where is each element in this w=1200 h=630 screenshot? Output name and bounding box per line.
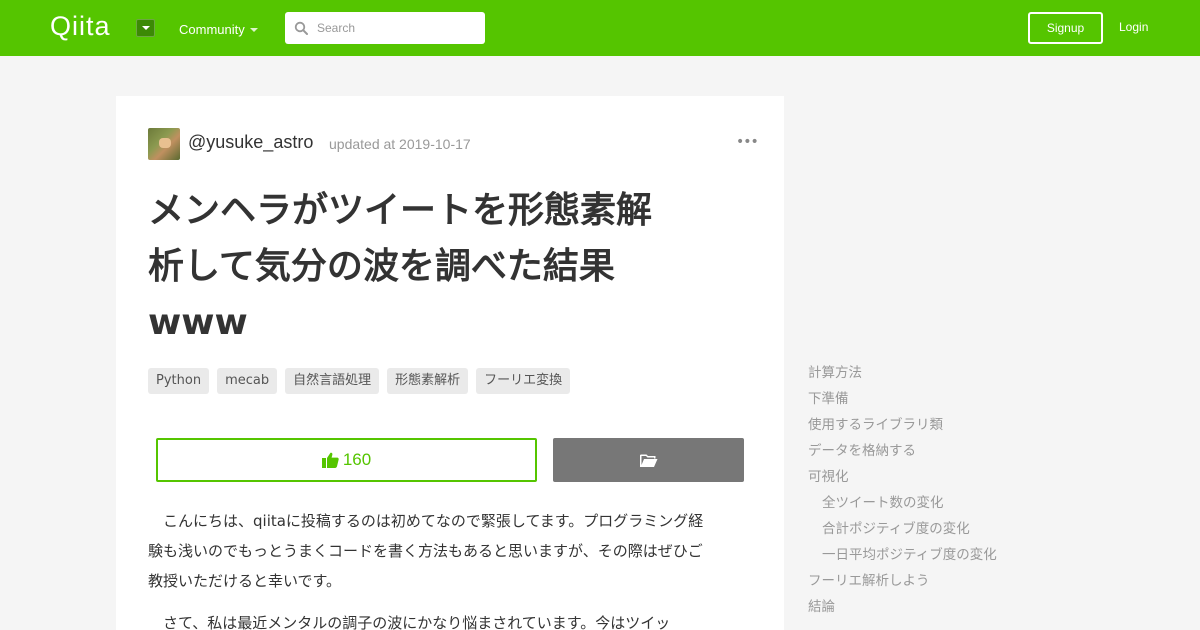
global-header: Qiita Community Signup Login (0, 0, 1200, 56)
author-avatar[interactable] (148, 128, 180, 160)
search-input[interactable] (317, 19, 477, 37)
more-options-icon[interactable]: ••• (736, 134, 759, 150)
toc-item[interactable]: 結論 (808, 596, 1108, 622)
title-line: www (148, 302, 248, 343)
thumbs-up-icon (321, 452, 339, 468)
article-card: @yusuke_astro updated at 2019-10-17 ••• … (116, 96, 784, 630)
folder-open-icon (639, 454, 657, 467)
chevron-down-icon[interactable] (250, 28, 258, 32)
search-icon (294, 21, 308, 35)
updated-date: updated at 2019-10-17 (329, 136, 471, 152)
tag-morphological-analysis[interactable]: 形態素解析 (387, 368, 469, 394)
like-button[interactable]: 160 (156, 438, 537, 482)
like-count: 160 (342, 450, 372, 469)
author-name[interactable]: @yusuke_astro (188, 132, 313, 153)
search-box[interactable] (285, 12, 485, 44)
tag-fourier-transform[interactable]: フーリエ変換 (476, 368, 571, 394)
toc-item[interactable]: データを格納する (808, 440, 1108, 466)
qiita-logo[interactable]: Qiita (50, 11, 111, 42)
tag-list: Python mecab 自然言語処理 形態素解析 フーリエ変換 (148, 368, 571, 394)
toc-item[interactable]: 可視化 (808, 466, 1108, 492)
toc-item[interactable]: 下準備 (808, 388, 1108, 414)
tag-python[interactable]: Python (148, 368, 210, 394)
toc-item[interactable]: 使用するライブラリ類 (808, 414, 1108, 440)
login-link[interactable]: Login (1119, 20, 1148, 34)
tag-mecab[interactable]: mecab (217, 368, 278, 394)
community-menu[interactable]: Community (179, 22, 245, 37)
toc-subitem[interactable]: 一日平均ポジティブ度の変化 (808, 544, 1108, 570)
title-line: 析して気分の波を調べた結果 (148, 246, 615, 287)
table-of-contents: 計算方法 下準備 使用するライブラリ類 データを格納する 可視化 全ツイート数の… (808, 362, 1108, 622)
article-title: メンヘラがツイートを形態素解 析して気分の波を調べた結果 www (148, 183, 748, 351)
stock-button[interactable] (553, 438, 744, 482)
tag-nlp[interactable]: 自然言語処理 (285, 368, 380, 394)
toc-subitem[interactable]: 合計ポジティブ度の変化 (808, 518, 1108, 544)
paragraph: さて、私は最近メンタルの調子の波にかなり悩まされています。今はツイッ (163, 614, 671, 630)
toc-subitem[interactable]: 全ツイート数の変化 (808, 492, 1108, 518)
toc-item[interactable]: 計算方法 (808, 362, 1108, 388)
paragraph: こんにちは、qiitaに投稿するのは初めてなので緊張してます。プログラミング経 … (148, 512, 704, 590)
signup-button[interactable]: Signup (1028, 12, 1103, 44)
service-menu-dropdown-button[interactable] (136, 19, 155, 37)
title-line: メンヘラがツイートを形態素解 (148, 190, 653, 231)
toc-item[interactable]: フーリエ解析しよう (808, 570, 1108, 596)
article-body: こんにちは、qiitaに投稿するのは初めてなので緊張してます。プログラミング経 … (148, 506, 748, 630)
